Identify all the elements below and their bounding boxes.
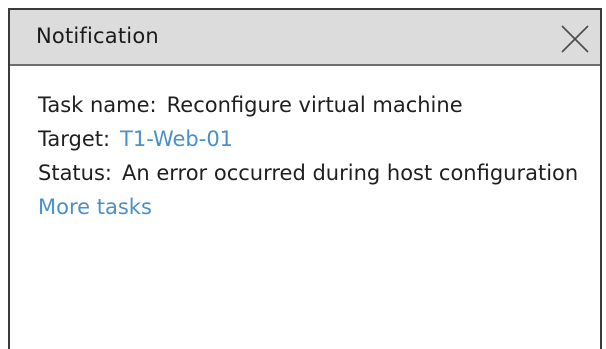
dialog-titlebar: Notification (10, 10, 600, 66)
more-tasks-row: More tasks (38, 190, 588, 224)
dialog-title: Notification (36, 24, 159, 48)
target-label: Target: (38, 127, 111, 151)
task-name-value: Reconfigure virtual machine (166, 93, 463, 117)
close-icon (561, 25, 589, 53)
close-button[interactable] (558, 22, 592, 56)
notification-dialog: Notification Task name: Reconfigure virtu… (8, 8, 602, 349)
status-value: An error occurred during host configurat… (122, 161, 579, 185)
task-name-row: Task name: Reconfigure virtual machine (38, 88, 588, 122)
status-row: Status: An error occurred during host con… (38, 156, 588, 190)
task-name-label: Task name: (38, 93, 157, 117)
more-tasks-link[interactable]: More tasks (38, 195, 152, 219)
status-label: Status: (38, 161, 112, 185)
notification-body: Task name: Reconfigure virtual machine Ta… (38, 88, 588, 224)
target-link[interactable]: T1-Web-01 (120, 127, 233, 151)
target-row: Target: T1-Web-01 (38, 122, 588, 156)
